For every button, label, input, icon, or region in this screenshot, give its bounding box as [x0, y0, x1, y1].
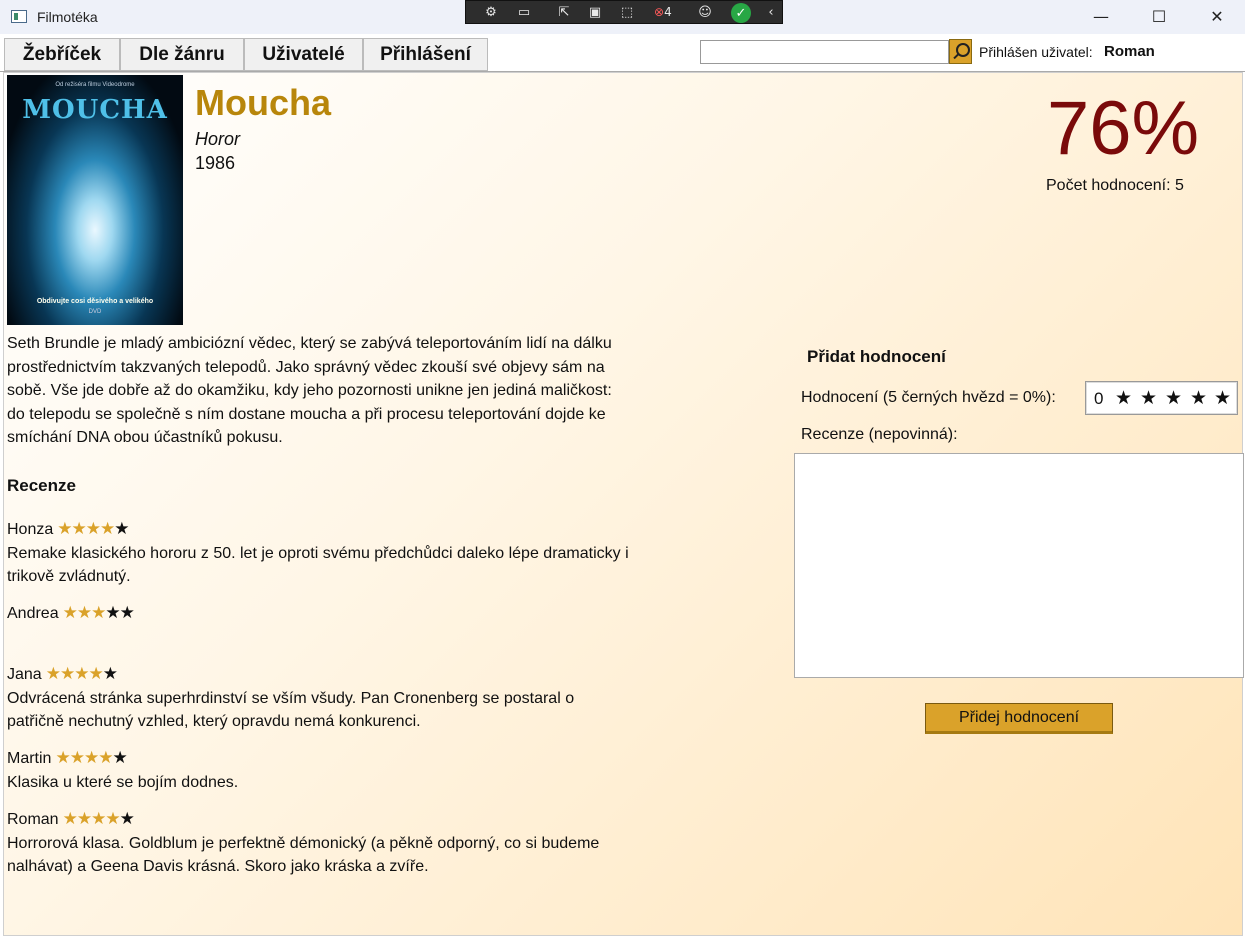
window-title: Filmotéka [37, 9, 98, 25]
rating-percent: 76% [1047, 86, 1200, 171]
star-filled-icon: ★ [91, 603, 106, 623]
star-filled-icon: ★ [76, 603, 92, 623]
star-filled-icon: ★ [100, 519, 115, 539]
review-stars: ★★★★★ [57, 519, 129, 539]
maximize-button[interactable]: ☐ [1130, 0, 1188, 34]
star-filled-icon: ★ [105, 809, 120, 829]
star-filled-icon: ★ [45, 664, 61, 684]
rating-star-1[interactable]: ★ [1115, 387, 1132, 409]
add-review-button[interactable]: Přidej hodnocení [925, 703, 1113, 734]
binding-failures-count: 4 [664, 5, 672, 19]
star-empty-icon: ★ [119, 603, 135, 623]
review-author: Andrea [7, 605, 59, 622]
review-stars: ★★★★★ [45, 664, 118, 684]
live-tree-icon[interactable]: ⚙ [482, 4, 500, 22]
star-empty-icon: ★ [105, 603, 120, 623]
star-filled-icon: ★ [88, 664, 103, 684]
star-filled-icon: ★ [98, 748, 113, 768]
add-review-heading: Přidat hodnocení [807, 347, 946, 366]
rating-input[interactable]: 0 ★ ★ ★ ★ ★ [1085, 381, 1238, 415]
star-filled-icon: ★ [83, 748, 99, 768]
logged-user-name: Roman [1104, 43, 1155, 60]
star-filled-icon: ★ [57, 519, 72, 539]
video-icon[interactable]: ▭ [515, 4, 533, 22]
review-stars: ★★★★★ [62, 603, 135, 623]
poster-dvd-mark: DVD [88, 309, 102, 315]
star-filled-icon: ★ [91, 809, 106, 829]
tab-dle-zanru[interactable]: Dle žánru [120, 38, 244, 71]
star-filled-icon: ★ [74, 664, 89, 684]
tab-zebricek[interactable]: Žebříček [4, 38, 120, 71]
star-filled-icon: ★ [76, 809, 92, 829]
check-icon[interactable]: ✓ [731, 3, 751, 23]
review-text: Horrorová klasa. Goldblum je perfektně d… [7, 834, 600, 876]
poster-title: MOUCHA [22, 95, 168, 125]
rating-count: Počet hodnocení: 5 [1046, 177, 1184, 194]
star-empty-icon: ★ [102, 664, 118, 684]
rating-input-value: 0 [1094, 389, 1104, 408]
review-item: Martin ★★★★★ Klasika u které se bojím dod… [7, 747, 632, 794]
movie-title: Moucha [195, 82, 332, 123]
search-button[interactable] [949, 39, 972, 64]
collapse-chevron-icon[interactable]: ‹ [762, 4, 780, 22]
movie-genre: Horor [195, 129, 241, 149]
review-item: Honza ★★★★★ Remake klasického hororu z 50… [7, 518, 632, 589]
star-filled-icon: ★ [69, 748, 85, 768]
review-author: Roman [7, 811, 59, 828]
binding-failures-badge[interactable]: ⊗4 [654, 5, 672, 19]
review-author: Martin [7, 750, 52, 767]
star-filled-icon: ★ [62, 809, 78, 829]
reviews-heading: Recenze [7, 476, 76, 495]
review-item: Andrea ★★★★★ [7, 602, 632, 626]
star-filled-icon: ★ [71, 519, 87, 539]
review-item: Jana ★★★★★ Odvrácená stránka superhrdinst… [7, 663, 632, 734]
review-textarea[interactable] [794, 453, 1244, 678]
menu-bar: Žebříček Dle žánru Uživatelé Přihlášení … [0, 34, 1245, 72]
logged-user-label: Přihlášen uživatel: [979, 44, 1093, 60]
rating-star-5[interactable]: ★ [1214, 387, 1231, 409]
tab-prihlaseni[interactable]: Přihlášení [363, 38, 488, 71]
review-text: Remake klasického hororu z 50. let je op… [7, 544, 629, 586]
accessibility-icon[interactable]: ☺ [696, 4, 714, 22]
rating-star-2[interactable]: ★ [1140, 387, 1157, 409]
star-filled-icon: ★ [59, 664, 75, 684]
review-author: Honza [7, 521, 54, 538]
review-author: Jana [7, 666, 42, 683]
rating-input-label: Hodnocení (5 černých hvězd = 0%): [801, 389, 1056, 406]
track-focus-icon[interactable]: ⬚ [618, 4, 636, 22]
tab-uzivatele[interactable]: Uživatelé [244, 38, 363, 71]
review-text: Klasika u které se bojím dodnes. [7, 773, 239, 791]
search-input[interactable] [700, 40, 949, 64]
select-element-icon[interactable]: ⇱ [555, 4, 573, 22]
rating-star-3[interactable]: ★ [1165, 387, 1182, 409]
display-layout-icon[interactable]: ▣ [586, 4, 604, 22]
movie-poster: Od režiséra filmu Videodrome MOUCHA Obdi… [7, 75, 183, 325]
rating-star-4[interactable]: ★ [1190, 387, 1207, 409]
review-stars: ★★★★★ [62, 809, 135, 829]
review-text: Odvrácená stránka superhrdinství se vším… [7, 689, 575, 731]
debug-toolbar: ⚙ ▭ ⇱ ▣ ⬚ ⊗4 ☺ ✓ ‹ [465, 0, 783, 24]
poster-tagline: Obdivujte cosi děsivého a velikého [36, 298, 154, 305]
movie-description: Seth Brundle je mladý ambiciózní vědec, … [7, 335, 612, 446]
minimize-button[interactable]: — [1072, 0, 1130, 34]
review-stars: ★★★★★ [55, 748, 127, 768]
star-filled-icon: ★ [85, 519, 101, 539]
star-filled-icon: ★ [62, 603, 78, 623]
close-button[interactable]: ✕ [1188, 0, 1245, 34]
review-item: Roman ★★★★★ Horrorová klasa. Goldblum je … [7, 808, 632, 879]
app-icon [11, 10, 27, 23]
movie-year: 1986 [195, 153, 236, 173]
star-empty-icon: ★ [112, 748, 127, 768]
review-input-label: Recenze (nepovinná): [801, 426, 958, 443]
movie-detail-panel: Od režiséra filmu Videodrome MOUCHA Obdi… [3, 72, 1244, 936]
star-filled-icon: ★ [55, 748, 70, 768]
poster-top-text: Od režiséra filmu Videodrome [55, 82, 135, 88]
window-titlebar: Filmotéka ⚙ ▭ ⇱ ▣ ⬚ ⊗4 ☺ ✓ ‹ — ☐ ✕ [0, 0, 1245, 34]
star-empty-icon: ★ [114, 519, 129, 539]
star-empty-icon: ★ [119, 809, 135, 829]
